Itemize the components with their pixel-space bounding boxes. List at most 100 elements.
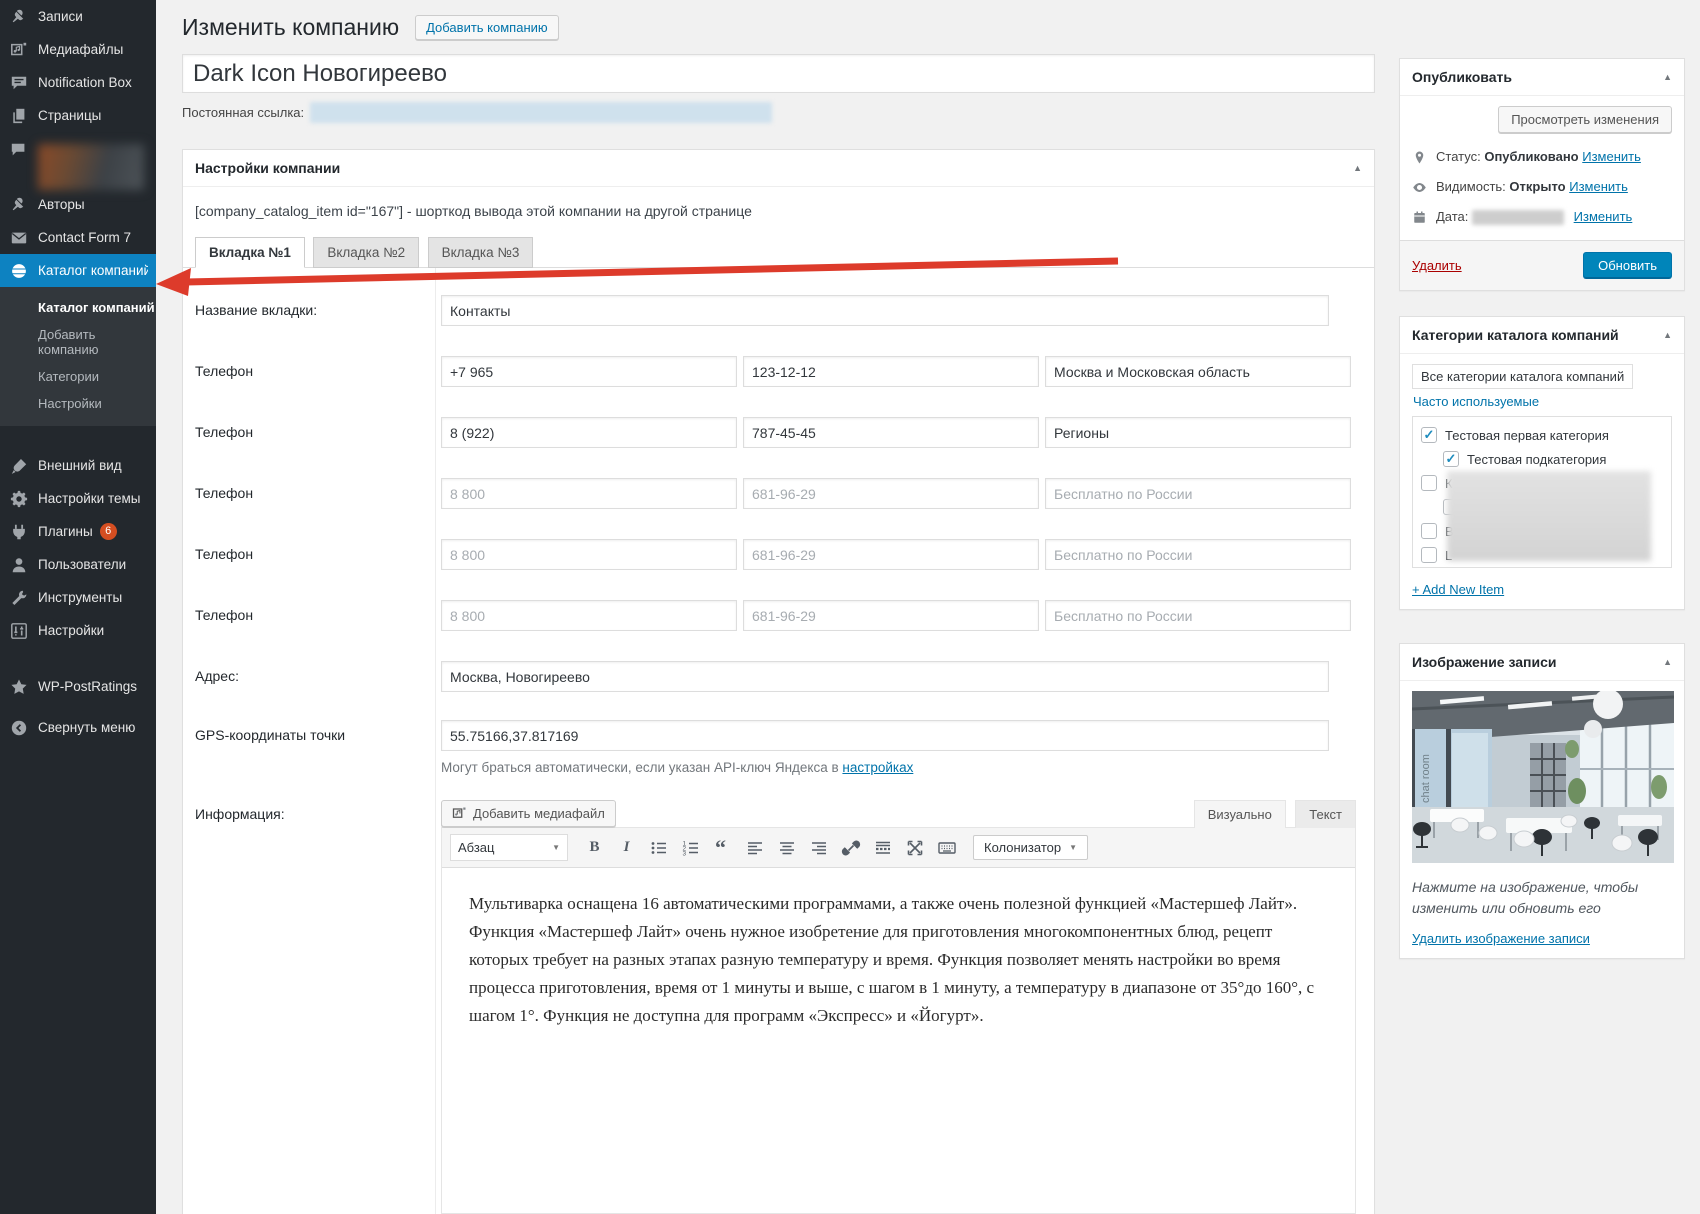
category-checkbox[interactable] <box>1421 523 1437 539</box>
gps-input[interactable] <box>441 720 1329 751</box>
featured-image[interactable]: chat room <box>1412 691 1674 863</box>
permalink-url-redacted[interactable] <box>310 102 772 123</box>
all-categories-tab[interactable]: Все категории каталога компаний <box>1412 364 1633 389</box>
sidebar-item-theme-settings[interactable]: Настройки темы <box>0 482 156 515</box>
sidebar-item-appearance[interactable]: Внешний вид <box>0 449 156 482</box>
phone-region-input[interactable] <box>1045 600 1351 631</box>
envelope-icon <box>9 228 29 248</box>
star-icon <box>9 677 29 697</box>
sidebar-item-notification-box[interactable]: Notification Box <box>0 66 156 99</box>
add-new-item-link[interactable]: + Add New Item <box>1412 582 1504 597</box>
globe-icon <box>9 261 29 281</box>
bold-button[interactable]: B <box>580 834 609 861</box>
edit-date-link[interactable]: Изменить <box>1574 209 1633 224</box>
phone-code-input[interactable] <box>441 417 737 448</box>
sidebar-item-wp-postratings[interactable]: WP-PostRatings <box>0 670 156 703</box>
text-tab[interactable]: Текст <box>1295 800 1356 828</box>
link-button[interactable] <box>836 834 865 861</box>
sidebar-item-users[interactable]: Пользователи <box>0 548 156 581</box>
edit-status-link[interactable]: Изменить <box>1582 149 1641 164</box>
phone-region-input[interactable] <box>1045 356 1351 387</box>
sidebar-item-comments[interactable] <box>0 132 156 188</box>
sidebar-item-label: Записи <box>38 9 83 24</box>
fullscreen-button[interactable] <box>900 834 929 861</box>
tab-2[interactable]: Вкладка №2 <box>313 237 419 268</box>
colonizer-button[interactable]: Колонизатор ▼ <box>973 835 1088 860</box>
phone-code-input[interactable] <box>441 356 737 387</box>
phone-number-input[interactable] <box>743 356 1039 387</box>
phone-label: Телефон <box>183 600 441 631</box>
read-more-button[interactable] <box>868 834 897 861</box>
collapse-menu-button[interactable]: Свернуть меню <box>0 711 156 744</box>
publish-box-title: Опубликовать <box>1412 69 1512 85</box>
editor-content[interactable]: Мультиварка оснащена 16 автоматическими … <box>442 868 1355 1213</box>
sidebar-item-posts[interactable]: Записи <box>0 0 156 33</box>
sidebar-item-contact-form-7[interactable]: Contact Form 7 <box>0 221 156 254</box>
align-right-button[interactable] <box>804 834 833 861</box>
frequently-used-link[interactable]: Часто используемые <box>1413 394 1539 409</box>
phone-region-input[interactable] <box>1045 417 1351 448</box>
phone-number-input[interactable] <box>743 539 1039 570</box>
calendar-icon <box>1412 210 1428 226</box>
sidebar-item-plugins[interactable]: Плагины 6 <box>0 515 156 548</box>
remove-featured-image-link[interactable]: Удалить изображение записи <box>1412 931 1590 946</box>
submenu-item-add-company[interactable]: Добавить компанию <box>0 321 156 363</box>
category-checklist: ✓ Тестовая первая категория ✓ Тестовая п… <box>1412 416 1672 568</box>
sidebar-item-settings[interactable]: Настройки <box>0 614 156 647</box>
sidebar-item-media[interactable]: Медиафайлы <box>0 33 156 66</box>
info-label: Информация: <box>183 799 441 1214</box>
phone-code-input[interactable] <box>441 600 737 631</box>
category-checkbox-checked[interactable]: ✓ <box>1421 427 1437 443</box>
submenu-item-catalog[interactable]: Каталог компаний <box>0 294 156 321</box>
sidebar-item-label: Инструменты <box>38 590 122 605</box>
toolbar-toggle-button[interactable] <box>932 834 961 861</box>
italic-button[interactable]: I <box>612 834 641 861</box>
add-media-button[interactable]: Добавить медиафайл <box>441 800 616 827</box>
notification-icon <box>9 73 29 93</box>
numbered-list-button[interactable]: 123 <box>676 834 705 861</box>
gps-settings-link[interactable]: настройках <box>842 760 913 775</box>
bulleted-list-button[interactable] <box>644 834 673 861</box>
paragraph-format-select[interactable]: Абзац ▼ <box>450 834 568 861</box>
delete-link[interactable]: Удалить <box>1412 258 1462 273</box>
visual-tab[interactable]: Визуально <box>1194 800 1286 828</box>
edit-visibility-link[interactable]: Изменить <box>1569 179 1628 194</box>
sidebar-item-company-catalog[interactable]: Каталог компаний <box>0 254 156 287</box>
tab-1[interactable]: Вкладка №1 <box>195 237 305 268</box>
sidebar-item-label: Каталог компаний <box>38 263 151 278</box>
phone-region-input[interactable] <box>1045 539 1351 570</box>
collapse-metabox-icon[interactable]: ▲ <box>1353 163 1362 173</box>
menu-separator <box>0 647 156 670</box>
phone-region-input[interactable] <box>1045 478 1351 509</box>
category-checkbox-checked[interactable]: ✓ <box>1443 451 1459 467</box>
submenu-item-categories[interactable]: Категории <box>0 363 156 390</box>
phone-code-input[interactable] <box>441 478 737 509</box>
phone-number-input[interactable] <box>743 417 1039 448</box>
align-center-button[interactable] <box>772 834 801 861</box>
phone-number-input[interactable] <box>743 600 1039 631</box>
menu-separator <box>0 426 156 449</box>
address-input[interactable] <box>441 661 1329 692</box>
edit-company-page: Изменить компанию Добавить компанию Пост… <box>182 0 1375 1214</box>
sidebar-item-authors[interactable]: Авторы <box>0 188 156 221</box>
phone-code-input[interactable] <box>441 539 737 570</box>
tab-3[interactable]: Вкладка №3 <box>428 237 534 268</box>
post-title-input[interactable] <box>182 54 1375 93</box>
collapse-metabox-icon[interactable]: ▲ <box>1663 72 1672 82</box>
blockquote-button[interactable]: “ <box>708 834 737 861</box>
category-checkbox[interactable] <box>1421 547 1437 563</box>
preview-changes-button[interactable]: Просмотреть изменения <box>1498 106 1672 133</box>
submenu-item-settings[interactable]: Настройки <box>0 390 156 417</box>
sidebar-item-tools[interactable]: Инструменты <box>0 581 156 614</box>
add-company-button[interactable]: Добавить компанию <box>415 15 559 40</box>
sidebar-item-pages[interactable]: Страницы <box>0 99 156 132</box>
collapse-metabox-icon[interactable]: ▲ <box>1663 330 1672 340</box>
align-left-button[interactable] <box>740 834 769 861</box>
phone-number-input[interactable] <box>743 478 1039 509</box>
tab-name-input[interactable] <box>441 295 1329 326</box>
pin-icon <box>9 195 29 215</box>
collapse-metabox-icon[interactable]: ▲ <box>1663 657 1672 667</box>
update-button[interactable]: Обновить <box>1583 252 1672 279</box>
comments-icon <box>9 140 29 160</box>
category-checkbox[interactable] <box>1421 475 1437 491</box>
